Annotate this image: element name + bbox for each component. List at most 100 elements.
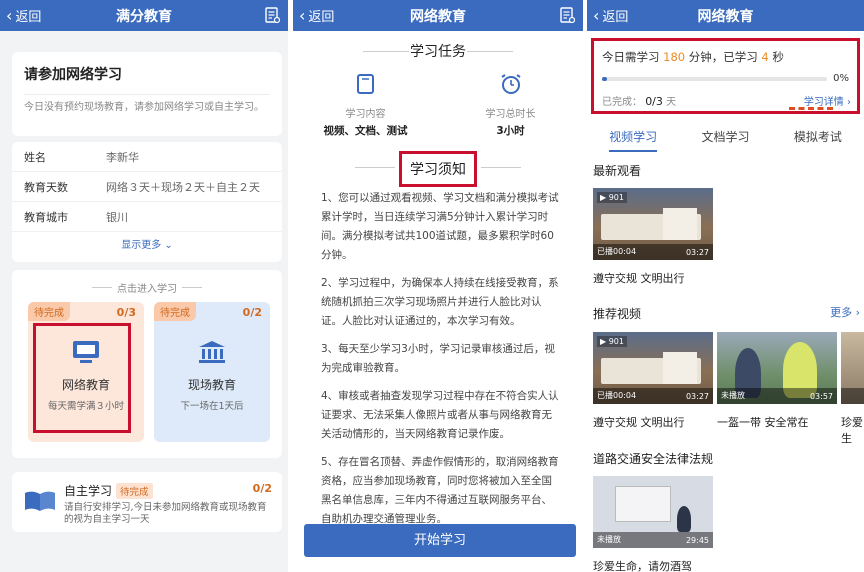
watched-time: 未播放 <box>721 391 745 400</box>
more-link[interactable]: 更多 › <box>830 304 860 320</box>
back-button[interactable]: ‹ 返回 <box>299 0 334 31</box>
progress-count: 0/2 <box>242 306 262 319</box>
back-label: 返回 <box>602 10 629 25</box>
video-title[interactable]: 遵守交规 文明出行 <box>593 270 685 286</box>
rule-item: 2、学习过程中，为确保本人持续在线接受教育，系统随机抓拍三次学习现场照片并进行人… <box>321 277 559 327</box>
show-more-button[interactable]: 显示更多 ⌄ <box>12 232 282 262</box>
task-section-title: 学习任务 <box>293 41 583 61</box>
self-study-desc: 请自行安排学习,今日未参加网络教育或现场教育的视为自主学习一天 <box>64 502 267 525</box>
progress-prefix: 今日需学习 <box>602 50 660 64</box>
onsite-education-tile[interactable]: 待完成 0/2 现场教育 下一场在1天后 <box>154 302 270 442</box>
status-badge: 待完成 <box>116 482 153 499</box>
study-detail-link[interactable]: 学习详情 › <box>804 93 851 108</box>
enter-header: 点击进入学习 <box>12 270 282 295</box>
task-value: 视频、文档、测试 <box>323 125 408 137</box>
intro-desc: 今日没有预约现场教育，请参加网络学习或自主学习。 <box>24 102 264 113</box>
duration: 03:57 <box>809 392 833 401</box>
video-thumbnail[interactable]: 未播放 29:45 <box>593 476 713 548</box>
watched-time: 未播放 <box>597 535 621 544</box>
duration: 03:27 <box>685 248 709 257</box>
study-tabs: 视频学习 文档学习 模拟考试 <box>587 122 864 152</box>
panel-online-education-videos: ‹ 返回 网络教育 今日需学习 180 分钟，已学习 4 秒 0% 已完成： 0… <box>587 0 864 572</box>
document-edit-icon[interactable] <box>560 7 575 24</box>
book-icon <box>356 74 374 94</box>
progress-text: 今日需学习 180 分钟，已学习 4 秒 <box>602 49 849 65</box>
task-label: 学习总时长 <box>485 109 536 120</box>
tab-document[interactable]: 文档学习 <box>701 122 749 152</box>
chevron-down-icon: ⌄ <box>164 240 173 251</box>
alarm-clock-icon <box>500 74 521 94</box>
notice-section-title: 学习须知 <box>293 151 583 187</box>
progress-count: 0/2 <box>252 482 272 495</box>
self-study-title: 自主学习 <box>64 484 113 498</box>
video-title[interactable]: 一盔一带 安全常在 <box>717 414 809 430</box>
video-thumbnail[interactable] <box>841 332 864 404</box>
page-title: 满分教育 <box>116 8 172 25</box>
self-study-card[interactable]: 自主学习 待完成 0/2 请自行安排学习,今日未参加网络教育或现场教育的视为自主… <box>12 472 282 532</box>
required-minutes: 180 <box>663 50 686 64</box>
tab-mock-exam[interactable]: 模拟考试 <box>794 122 842 152</box>
learned-seconds: 4 <box>761 50 769 64</box>
more-label: 更多 <box>830 306 853 319</box>
truck-cab-image <box>663 352 697 384</box>
video-title[interactable]: 珍爱生命，请勿酒驾 <box>593 558 692 572</box>
tile-sub: 下一场在1天后 <box>180 401 244 412</box>
completed-unit: 天 <box>666 97 677 108</box>
completed-value: 0/3 <box>645 95 663 108</box>
video-title[interactable]: 珍爱生 <box>841 414 864 446</box>
completed-label: 已完成： <box>602 97 642 108</box>
back-button[interactable]: ‹ 返回 <box>593 0 628 31</box>
video-thumbnail[interactable]: ▶ 901 已播00:04 03:27 <box>593 188 713 260</box>
chevron-left-icon: ‹ <box>299 5 306 25</box>
view-count: ▶ 901 <box>597 336 627 347</box>
back-button[interactable]: ‹ 返回 <box>6 0 41 31</box>
progress-mid: 分钟，已学习 <box>688 50 758 64</box>
task-label: 学习内容 <box>345 109 386 120</box>
info-value: 银川 <box>106 210 128 224</box>
self-study-title-row: 自主学习 待完成 <box>64 482 153 499</box>
chevron-right-icon: › <box>855 306 860 319</box>
task-row: 学习内容 视频、文档、测试 学习总时长 3小时 <box>293 73 583 137</box>
divider <box>363 51 409 52</box>
task-content: 学习内容 视频、文档、测试 <box>311 73 421 137</box>
info-key: 教育天数 <box>24 180 68 194</box>
rule-item: 1、您可以通过观看视频、学习文档和满分模拟考试累计学时，当日连续学习满5分钟计入… <box>321 192 559 261</box>
navbar: ‹ 返回 网络教育 <box>587 0 864 31</box>
duration: 29:45 <box>685 536 709 545</box>
video-thumbnail[interactable]: ▶ 901 已播00:04 03:27 <box>593 332 713 404</box>
truck-cab-image <box>663 208 697 240</box>
tab-video[interactable]: 视频学习 <box>609 122 658 152</box>
recent-title: 最新观看 <box>593 164 642 178</box>
daily-progress-box: 今日需学习 180 分钟，已学习 4 秒 0% 已完成： 0/3 天 学习详情 … <box>591 38 860 114</box>
completed-days: 已完成： 0/3 天 <box>602 93 676 108</box>
video-thumbnail[interactable]: 未播放 03:57 <box>717 332 837 404</box>
info-value: 李新华 <box>106 150 139 164</box>
info-key: 教育城市 <box>24 210 68 224</box>
intro-card: 请参加网络学习 今日没有预约现场教育，请参加网络学习或自主学习。 <box>12 52 282 136</box>
status-badge: 待完成 <box>154 302 196 321</box>
building-icon <box>199 341 225 363</box>
recommend-title: 推荐视频 <box>593 307 642 321</box>
rule-item: 4、审核或者抽查发现学习过程中存在不符合实人认证要求、无法采集人像照片或者从事与… <box>321 390 559 440</box>
highlight-box <box>33 323 131 433</box>
task-value: 3小时 <box>496 125 525 137</box>
info-value: 网络３天＋现场２天＋自主２天 <box>106 180 260 194</box>
intro-title: 请参加网络学习 <box>24 67 122 83</box>
info-card: 姓名 李新华 教育天数 网络３天＋现场２天＋自主２天 教育城市 银川 显示更多 … <box>12 142 282 262</box>
document-edit-icon[interactable] <box>265 7 280 24</box>
open-book-icon <box>25 491 55 511</box>
progress-fill <box>602 77 607 81</box>
notice-title: 学习须知 <box>399 151 477 187</box>
info-row-name: 姓名 李新华 <box>12 142 282 172</box>
progress-suffix: 秒 <box>772 50 784 64</box>
video-title[interactable]: 遵守交规 文明出行 <box>593 414 685 430</box>
chevron-left-icon: ‹ <box>6 5 13 25</box>
page-title: 网络教育 <box>697 8 754 25</box>
navbar: ‹ 返回 网络教育 <box>293 0 583 31</box>
duration: 03:27 <box>685 392 709 401</box>
task-duration: 学习总时长 3小时 <box>456 73 566 137</box>
whiteboard-image <box>615 486 671 522</box>
back-label: 返回 <box>308 10 335 25</box>
start-study-button[interactable]: 开始学习 <box>304 524 576 557</box>
info-key: 姓名 <box>24 150 46 164</box>
